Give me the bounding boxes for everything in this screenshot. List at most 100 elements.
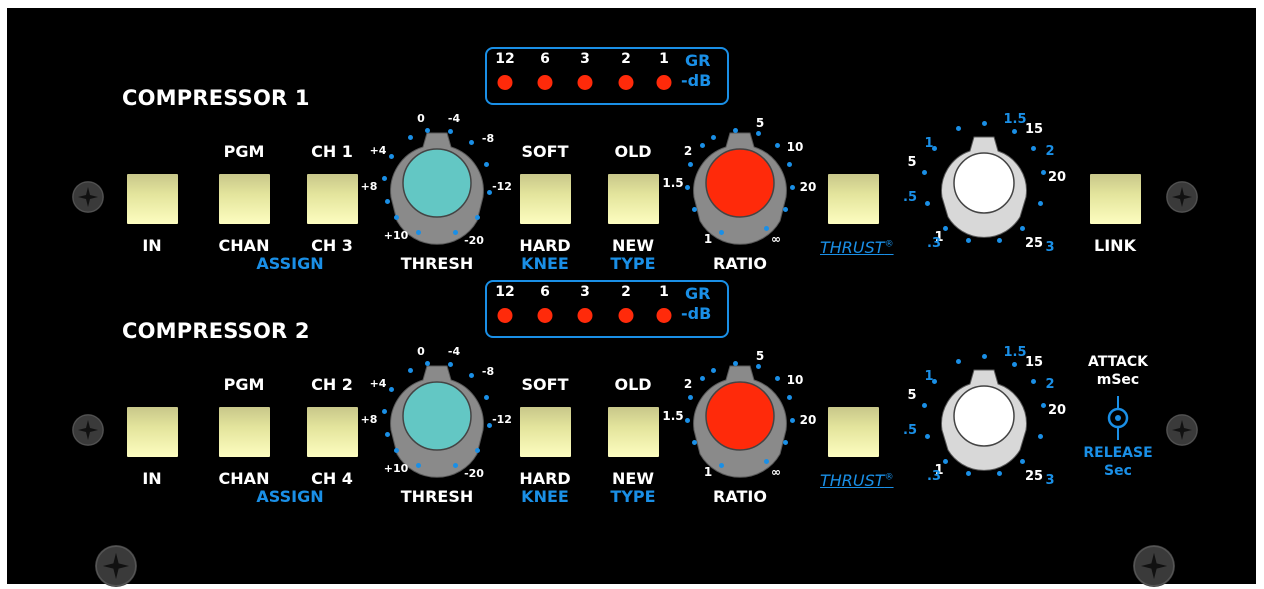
threshold-scale-label: 0 bbox=[417, 345, 425, 358]
scale-dot bbox=[922, 403, 928, 409]
attack-scale-label-blue: .3 bbox=[927, 469, 941, 484]
gr-step-label: 6 bbox=[540, 284, 550, 300]
scale-dot bbox=[764, 226, 769, 232]
chan-assign-button[interactable] bbox=[219, 174, 270, 224]
link-label: LINK bbox=[1094, 236, 1136, 255]
ratio-scale-label: 10 bbox=[786, 373, 804, 387]
link-button[interactable] bbox=[1090, 174, 1141, 224]
ch-assign-button[interactable] bbox=[307, 174, 358, 224]
ratio-label: RATIO bbox=[713, 254, 767, 273]
chan-label: CHAN bbox=[218, 236, 270, 255]
scale-dot bbox=[783, 207, 789, 212]
in-button[interactable] bbox=[127, 407, 178, 457]
release-label: RELEASE bbox=[1083, 445, 1153, 461]
gr-unit-bottom: -dB bbox=[681, 71, 712, 90]
new-label: NEW bbox=[612, 469, 654, 488]
scale-dot bbox=[393, 447, 399, 453]
type-label: TYPE bbox=[610, 487, 656, 506]
scale-dot bbox=[925, 201, 931, 207]
registered-mark: ® bbox=[884, 472, 894, 483]
thrust-button[interactable] bbox=[828, 407, 879, 457]
pgm-label: PGM bbox=[223, 142, 265, 161]
screw-icon bbox=[1166, 414, 1198, 446]
scale-dot bbox=[755, 363, 761, 369]
old-label: OLD bbox=[614, 375, 652, 394]
attack-scale-label-blue: 1.5 bbox=[1003, 345, 1027, 360]
soft-label: SOFT bbox=[521, 375, 569, 394]
attack-scale-label-blue: 2 bbox=[1045, 144, 1055, 159]
scale-dot bbox=[687, 395, 693, 401]
attack-release-jack[interactable] bbox=[1103, 396, 1133, 444]
scale-dot bbox=[997, 471, 1003, 477]
thrust-label: THRUST® bbox=[820, 238, 894, 257]
knee-label: KNEE bbox=[521, 254, 569, 273]
scale-dot bbox=[388, 387, 394, 392]
scale-dot bbox=[700, 143, 706, 149]
ch-top-label: CH 2 bbox=[311, 375, 353, 394]
screw-icon bbox=[95, 545, 137, 587]
scale-dot bbox=[922, 170, 928, 176]
scale-dot bbox=[719, 230, 725, 236]
scale-dot bbox=[408, 134, 413, 140]
attack-scale-label-blue: 3 bbox=[1045, 240, 1055, 255]
type-button[interactable] bbox=[608, 174, 659, 224]
scale-dot bbox=[764, 459, 769, 465]
screw-icon bbox=[72, 414, 104, 446]
scale-dot bbox=[416, 463, 422, 469]
screw-icon bbox=[1166, 181, 1198, 213]
threshold-scale-label: -4 bbox=[447, 345, 461, 358]
scale-dot bbox=[790, 418, 796, 424]
scale-dot bbox=[711, 367, 716, 373]
threshold-scale-label: -8 bbox=[481, 365, 495, 378]
ch-assign-button[interactable] bbox=[307, 407, 358, 457]
scale-dot bbox=[486, 422, 492, 428]
scale-dot bbox=[700, 376, 706, 382]
knee-button[interactable] bbox=[520, 174, 571, 224]
ratio-scale-label: 1 bbox=[703, 232, 713, 246]
chan-assign-button[interactable] bbox=[219, 407, 270, 457]
in-label: IN bbox=[142, 236, 162, 255]
scale-dot bbox=[448, 362, 454, 368]
ratio-scale-label: 10 bbox=[786, 140, 804, 154]
type-label: TYPE bbox=[610, 254, 656, 273]
gr-unit-top: GR bbox=[685, 284, 711, 303]
scale-dot bbox=[1030, 146, 1036, 152]
scale-dot bbox=[468, 139, 474, 145]
gr-led bbox=[577, 308, 593, 323]
scale-dot bbox=[393, 214, 399, 220]
attack-scale-label-white: 20 bbox=[1047, 403, 1067, 418]
scale-dot bbox=[732, 360, 738, 366]
threshold-scale-label: -8 bbox=[481, 132, 495, 145]
attack-scale-label-white: 20 bbox=[1047, 170, 1067, 185]
gr-unit-bottom: -dB bbox=[681, 304, 712, 323]
scale-dot bbox=[787, 162, 793, 168]
ratio-scale-label: 1.5 bbox=[662, 176, 684, 190]
ratio-scale-label: 20 bbox=[799, 180, 817, 194]
scale-dot bbox=[384, 198, 390, 204]
scale-dot bbox=[408, 367, 413, 373]
scale-dot bbox=[732, 127, 738, 133]
scale-dot bbox=[1020, 226, 1026, 232]
in-button[interactable] bbox=[127, 174, 178, 224]
scale-dot bbox=[965, 238, 971, 244]
ratio-scale-label: ∞ bbox=[771, 232, 781, 246]
knee-button[interactable] bbox=[520, 407, 571, 457]
gr-led bbox=[656, 308, 672, 323]
attack-scale-label-blue: .5 bbox=[903, 190, 917, 205]
scale-dot bbox=[1011, 361, 1017, 367]
scale-dot bbox=[684, 418, 690, 424]
ratio-scale-label: 2 bbox=[683, 377, 693, 391]
thresh-label: THRESH bbox=[400, 487, 474, 506]
thrust-button[interactable] bbox=[828, 174, 879, 224]
scale-dot bbox=[719, 463, 725, 469]
type-button[interactable] bbox=[608, 407, 659, 457]
gr-step-label: 3 bbox=[580, 51, 590, 67]
ch-bottom-label: CH 4 bbox=[311, 469, 353, 488]
scale-dot bbox=[384, 431, 390, 437]
scale-dot bbox=[484, 162, 490, 168]
threshold-scale-label: -20 bbox=[464, 467, 484, 480]
scale-dot bbox=[1011, 128, 1017, 134]
compressor-title: COMPRESSOR 2 bbox=[122, 319, 310, 343]
gr-led bbox=[497, 308, 513, 323]
threshold-scale-label: 0 bbox=[417, 112, 425, 125]
